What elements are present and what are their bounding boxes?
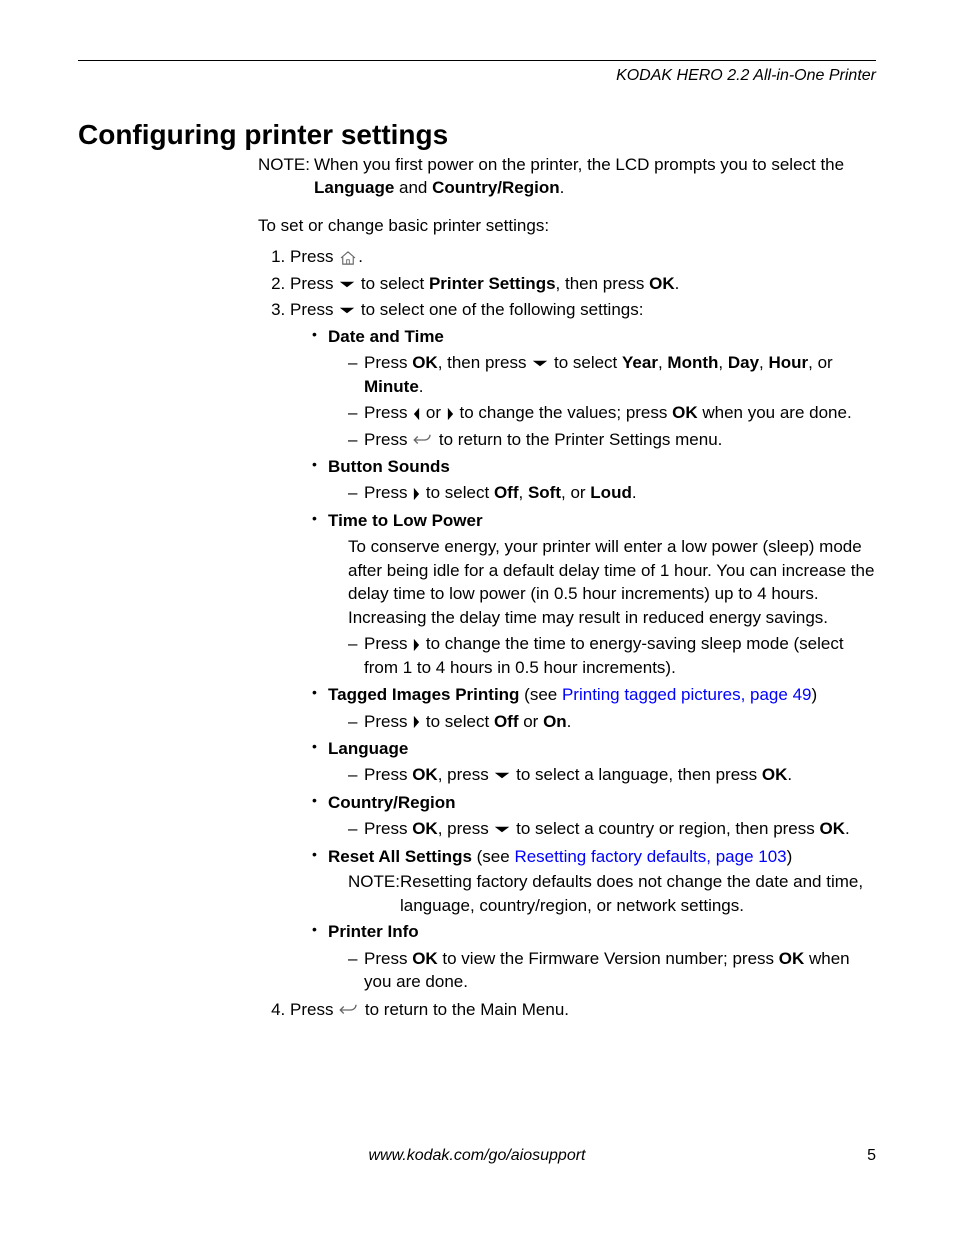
home-icon: [338, 251, 358, 265]
setting-language: Language Press OK, press to select a lan…: [312, 737, 876, 787]
link-reset-defaults[interactable]: Resetting factory defaults, page 103: [514, 847, 786, 866]
back-icon: [412, 433, 434, 447]
right-arrow-icon: [412, 487, 421, 501]
setting-tagged-images: Tagged Images Printing (see Printing tag…: [312, 683, 876, 733]
body-content: NOTE: When you first power on the printe…: [258, 153, 876, 1021]
down-arrow-icon: [493, 771, 511, 780]
link-printing-tagged[interactable]: Printing tagged pictures, page 49: [562, 685, 812, 704]
footer-url: www.kodak.com/go/aiosupport: [369, 1147, 586, 1165]
page-footer: www.kodak.com/go/aiosupport 5: [78, 1147, 876, 1165]
setting-low-power: Time to Low Power To conserve energy, yo…: [312, 509, 876, 679]
country-sub-1: Press OK, press to select a country or r…: [348, 817, 876, 840]
steps-list: Press . Press to select Printer Settings…: [258, 245, 876, 1021]
step-1: Press .: [290, 245, 876, 268]
note-text: When you first power on the printer, the…: [314, 153, 876, 200]
step-2: Press to select Printer Settings, then p…: [290, 272, 876, 295]
step-4: Press to return to the Main Menu.: [290, 998, 876, 1021]
setting-date-time: Date and Time Press OK, then press to se…: [312, 325, 876, 451]
right-arrow-icon: [412, 715, 421, 729]
setting-country-region: Country/Region Press OK, press to select…: [312, 791, 876, 841]
down-arrow-icon: [338, 280, 356, 289]
left-arrow-icon: [412, 407, 421, 421]
section-title: Configuring printer settings: [78, 119, 876, 151]
tagged-sub-1: Press to select Off or On.: [348, 710, 876, 733]
lowpower-sub-1: Press to change the time to energy-savin…: [348, 632, 876, 679]
date-sub-1: Press OK, then press to select Year, Mon…: [348, 351, 876, 398]
buttons-sub-1: Press to select Off, Soft, or Loud.: [348, 481, 876, 504]
date-sub-3: Press to return to the Printer Settings …: [348, 428, 876, 451]
setting-button-sounds: Button Sounds Press to select Off, Soft,…: [312, 455, 876, 505]
manual-page: KODAK HERO 2.2 All-in-One Printer Config…: [0, 0, 954, 1235]
top-note: NOTE: When you first power on the printe…: [258, 153, 876, 200]
language-sub-1: Press OK, press to select a language, th…: [348, 763, 876, 786]
date-sub-2: Press or to change the values; press OK …: [348, 401, 876, 424]
down-arrow-icon: [493, 825, 511, 834]
settings-list: Date and Time Press OK, then press to se…: [290, 325, 876, 994]
setting-printer-info: Printer Info Press OK to view the Firmwa…: [312, 920, 876, 993]
low-power-para: To conserve energy, your printer will en…: [348, 535, 876, 629]
header-product: KODAK HERO 2.2 All-in-One Printer: [78, 67, 876, 85]
header-rule: [78, 60, 876, 61]
setting-reset-all: Reset All Settings (see Resetting factor…: [312, 845, 876, 917]
info-sub-1: Press OK to view the Firmware Version nu…: [348, 947, 876, 994]
back-icon: [338, 1003, 360, 1017]
step-3: Press to select one of the following set…: [290, 298, 876, 993]
note-label: NOTE:: [258, 153, 314, 200]
intro-text: To set or change basic printer settings:: [258, 214, 876, 237]
page-number: 5: [867, 1147, 876, 1165]
right-arrow-icon: [446, 407, 455, 421]
down-arrow-icon: [338, 306, 356, 315]
down-arrow-icon: [531, 359, 549, 368]
right-arrow-icon: [412, 638, 421, 652]
reset-note: NOTE: Resetting factory defaults does no…: [348, 870, 876, 917]
